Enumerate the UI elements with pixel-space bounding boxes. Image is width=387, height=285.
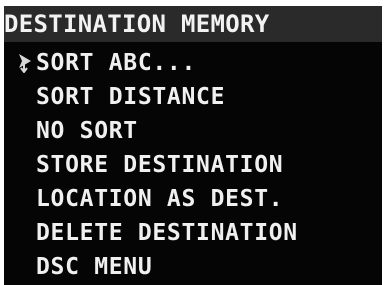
menu-item-delete-destination[interactable]: DELETE DESTINATION xyxy=(36,219,298,247)
menu-item-sort-abc[interactable]: SORT ABC... xyxy=(36,49,196,77)
navigation-display: DESTINATION MEMORY SORT ABC... SORT DIST… xyxy=(0,0,387,285)
selection-arrow-icon xyxy=(19,54,31,73)
menu-item-dsc-menu[interactable]: DSC MENU xyxy=(36,253,152,281)
menu-item-location-as-dest[interactable]: LOCATION AS DEST. xyxy=(36,185,283,213)
menu-item-store-destination[interactable]: STORE DESTINATION xyxy=(36,151,283,179)
menu-item-sort-distance[interactable]: SORT DISTANCE xyxy=(36,83,225,111)
menu-item-no-sort[interactable]: NO SORT xyxy=(36,117,138,145)
menu-title: DESTINATION MEMORY xyxy=(4,10,270,38)
